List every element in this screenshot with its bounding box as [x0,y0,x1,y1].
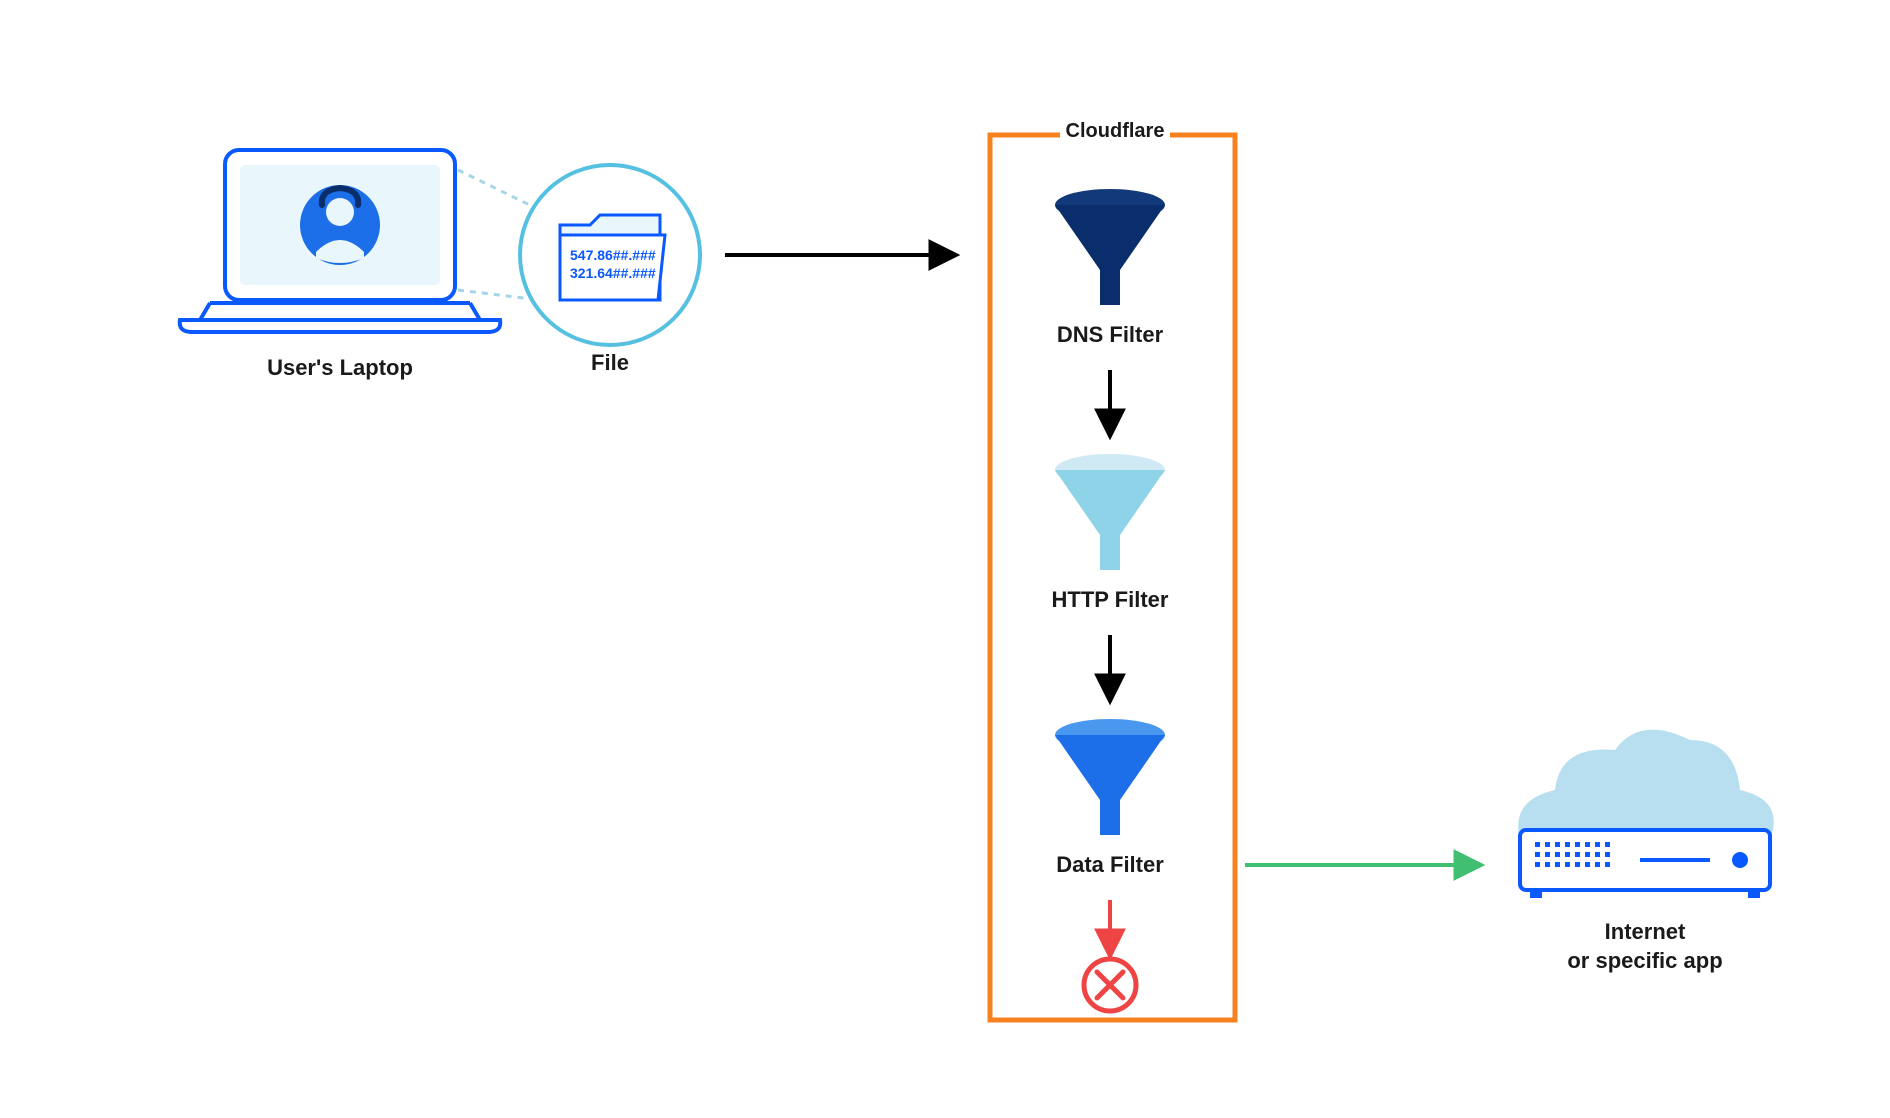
folder-icon: 547.86##.### 321.64##.### [560,215,665,300]
cloudflare-label: Cloudflare [1060,120,1170,143]
server-icon [1520,830,1770,898]
data-filter-label: Data Filter [1040,852,1180,878]
funnel-dark-icon [1055,189,1165,305]
internet-label: Internet or specific app [1540,918,1750,975]
file-circle: 547.86##.### 321.64##.### [520,165,700,345]
internet-label-line2: or specific app [1567,948,1722,973]
funnel-light-icon [1055,454,1165,570]
avatar-icon [300,185,380,265]
funnel-blue-icon [1055,719,1165,835]
file-label: File [560,350,660,376]
dns-filter-label: DNS Filter [1040,322,1180,348]
http-filter-label: HTTP Filter [1040,587,1180,613]
diagram-canvas: 547.86##.### 321.64##.### [0,0,1890,1118]
internet-label-line1: Internet [1605,919,1686,944]
file-line2: 321.64##.### [570,265,656,281]
x-circle-icon [1084,959,1136,1011]
cloud-icon [1518,730,1774,840]
file-line1: 547.86##.### [570,247,656,263]
laptop-label: User's Laptop [240,355,440,381]
laptop-icon [180,150,501,332]
